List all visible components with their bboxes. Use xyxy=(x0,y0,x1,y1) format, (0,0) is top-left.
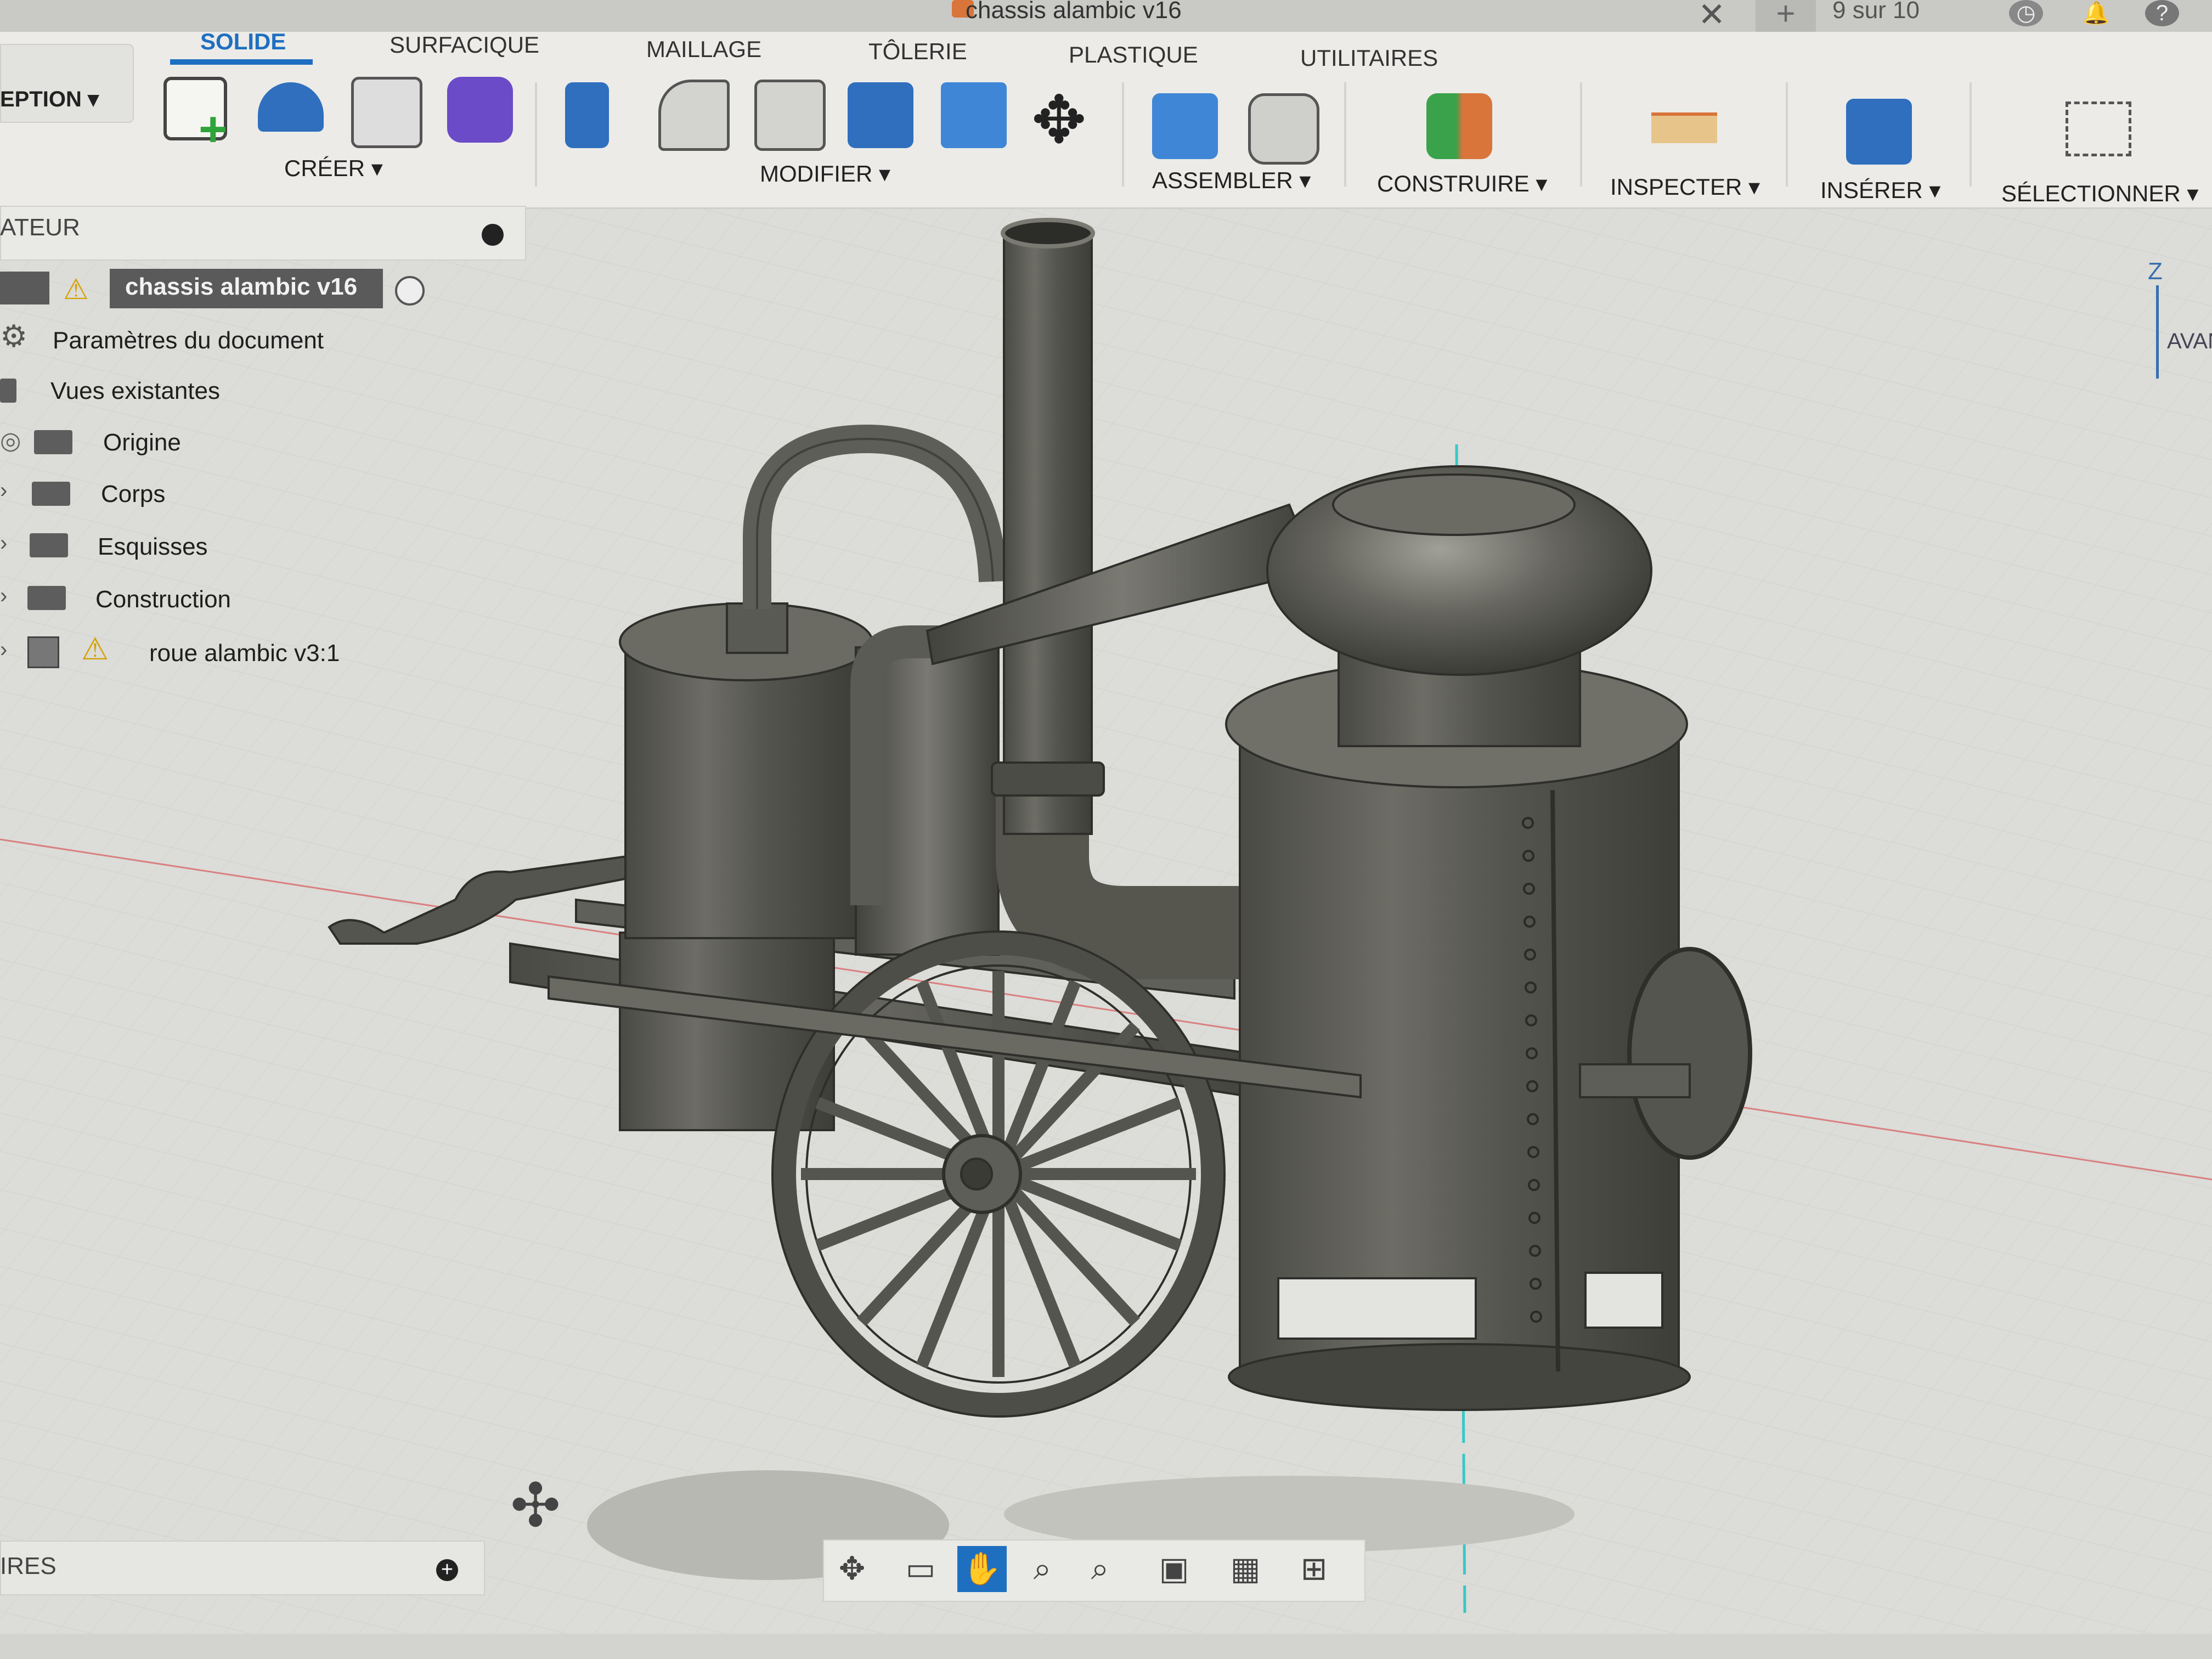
group-inserer[interactable]: INSÉRER ▾ xyxy=(1820,177,1940,204)
boiler-vent xyxy=(1277,1277,1477,1340)
browser-item-roue[interactable]: roue alambic v3:1 xyxy=(149,640,340,667)
collapse-icon[interactable] xyxy=(482,224,504,246)
group-creer[interactable]: CRÉER ▾ xyxy=(284,155,383,182)
viewcube-axis-label: Z xyxy=(2148,258,2163,285)
joint-icon[interactable] xyxy=(1248,93,1319,165)
browser-item-origine[interactable]: Origine xyxy=(103,429,181,456)
expand-chevron-icon[interactable]: › xyxy=(0,478,7,503)
toolbar-separator xyxy=(1786,82,1788,187)
tab-utilitaires[interactable]: UTILITAIRES xyxy=(1300,45,1438,71)
warning-icon: ⚠ xyxy=(63,274,89,306)
comments-panel xyxy=(0,1541,485,1595)
wheel xyxy=(771,930,1226,1418)
plus-icon: + xyxy=(199,102,228,157)
toolbar-separator xyxy=(535,82,537,187)
offset-plane-icon[interactable] xyxy=(1426,93,1492,159)
group-inspecter[interactable]: INSPECTER ▾ xyxy=(1610,173,1760,200)
tab-solide[interactable]: SOLIDE xyxy=(200,29,286,55)
component-icon xyxy=(27,636,59,668)
tab-surfacique[interactable]: SURFACIQUE xyxy=(390,32,539,58)
look-at-icon[interactable]: ▭ xyxy=(896,1546,945,1592)
browser-item-parametres[interactable]: Paramètres du document xyxy=(53,327,324,354)
folder-icon xyxy=(34,430,72,454)
gear-icon: ⚙ xyxy=(0,319,28,353)
create-form-icon[interactable] xyxy=(447,77,513,143)
combine-icon[interactable] xyxy=(848,82,913,148)
link-warning-icon: ⚠ xyxy=(81,631,109,666)
orbit-icon[interactable]: ✥ xyxy=(827,1546,877,1592)
measure-icon[interactable] xyxy=(1651,112,1717,143)
chimney-top xyxy=(1001,218,1095,249)
zoom-icon[interactable]: ⌕ xyxy=(1018,1546,1067,1592)
toolbar-separator xyxy=(1122,82,1124,187)
folder-icon xyxy=(32,482,70,506)
boiler-base xyxy=(1228,1343,1691,1411)
toolbar-separator xyxy=(1580,82,1582,187)
document-node-icon[interactable] xyxy=(0,272,49,304)
browser-item-esquisses[interactable]: Esquisses xyxy=(98,533,208,561)
tab-tolerie[interactable]: TÔLERIE xyxy=(868,38,967,65)
expand-chevron-icon[interactable]: › xyxy=(0,637,7,662)
move-icon[interactable]: ✥ xyxy=(1031,82,1087,159)
visibility-icon[interactable]: ◎ xyxy=(0,427,21,455)
workspace-label: EPTION ▾ xyxy=(0,87,99,111)
group-assembler[interactable]: ASSEMBLER ▾ xyxy=(1152,167,1311,194)
comments-panel-title: IRES xyxy=(0,1553,57,1579)
left-tank-neck xyxy=(726,602,788,654)
add-comment-button[interactable]: + xyxy=(436,1559,458,1581)
expand-chevron-icon[interactable]: › xyxy=(0,584,7,608)
boiler-door-hinge xyxy=(1579,1063,1691,1098)
insert-image-icon[interactable] xyxy=(1846,99,1912,165)
browser-item-construction[interactable]: Construction xyxy=(95,586,231,613)
zoom-window-icon[interactable]: ⌕ xyxy=(1075,1546,1125,1592)
active-tab-indicator xyxy=(170,59,313,65)
pan-cursor-icon: ✣ xyxy=(510,1472,561,1539)
browser-root-label: chassis alambic v16 xyxy=(125,273,358,300)
browser-item-vues[interactable]: Vues existantes xyxy=(50,377,220,405)
new-tab-button[interactable]: + xyxy=(1756,0,1816,32)
active-component-radio[interactable] xyxy=(395,276,425,306)
press-pull-icon[interactable] xyxy=(565,82,609,148)
chimney xyxy=(1003,229,1093,835)
expand-chevron-icon[interactable]: › xyxy=(0,531,7,556)
left-tank xyxy=(624,641,857,939)
toolbar-separator xyxy=(1344,82,1346,187)
grid-icon[interactable]: ▦ xyxy=(1221,1546,1270,1592)
document-tab-title[interactable]: chassis alambic v16 xyxy=(966,0,1182,24)
job-status-counter[interactable]: 9 sur 10 xyxy=(1832,0,1920,24)
browser-item-corps[interactable]: Corps xyxy=(101,481,165,508)
clock-icon[interactable]: ◷ xyxy=(2009,0,2043,26)
tab-maillage[interactable]: MAILLAGE xyxy=(646,36,761,63)
group-selectionner[interactable]: SÉLECTIONNER ▾ xyxy=(2001,180,2198,207)
fillet-icon[interactable] xyxy=(658,80,730,151)
chimney-ring xyxy=(991,761,1105,797)
dome-cap xyxy=(1332,473,1576,536)
shell-icon[interactable] xyxy=(754,80,826,151)
revolve-icon[interactable] xyxy=(351,77,422,148)
folder-icon xyxy=(27,586,66,610)
tab-plastique[interactable]: PLASTIQUE xyxy=(1069,42,1198,68)
group-modifier[interactable]: MODIFIER ▾ xyxy=(760,160,890,187)
new-component-icon[interactable] xyxy=(1152,93,1218,159)
folder-icon xyxy=(30,533,68,557)
close-tab-button[interactable]: ✕ xyxy=(1698,0,1725,34)
timeline-bar[interactable] xyxy=(0,1634,2212,1659)
viewports-icon[interactable]: ⊞ xyxy=(1289,1546,1339,1592)
offset-face-icon[interactable] xyxy=(941,82,1007,148)
viewcube-face-label: AVAN xyxy=(2167,329,2212,353)
help-icon[interactable]: ? xyxy=(2145,0,2179,26)
pan-icon[interactable]: ✋ xyxy=(957,1546,1007,1592)
browser-title: ATEUR xyxy=(0,214,80,241)
folder-icon xyxy=(0,379,16,403)
display-icon[interactable]: ▣ xyxy=(1149,1546,1199,1592)
toolbar-separator xyxy=(1970,82,1972,187)
boiler-door xyxy=(1627,947,1752,1160)
group-construire[interactable]: CONSTRUIRE ▾ xyxy=(1377,170,1547,197)
bell-icon[interactable]: 🔔 xyxy=(2079,0,2113,26)
boiler-vent xyxy=(1584,1272,1663,1329)
select-icon[interactable] xyxy=(2066,101,2131,156)
